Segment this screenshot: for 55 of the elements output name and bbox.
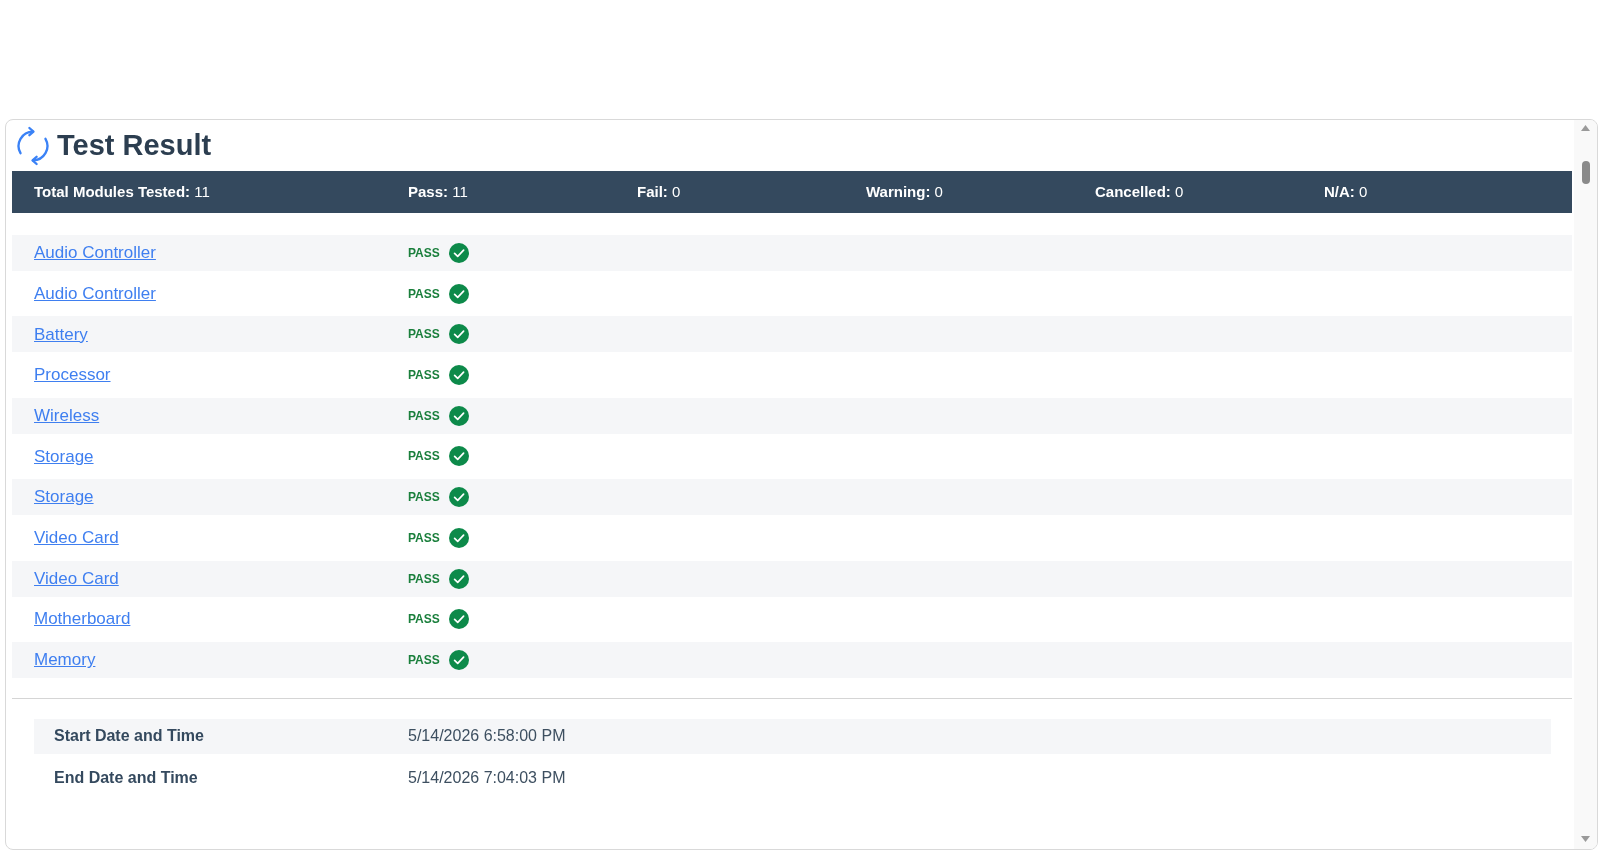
check-circle-icon bbox=[448, 283, 469, 304]
stat-value: 11 bbox=[452, 182, 468, 200]
stat-label: Warning: bbox=[866, 182, 931, 200]
page-title: Test Result bbox=[57, 129, 212, 162]
result-label: PASS bbox=[408, 285, 440, 303]
check-circle-icon bbox=[448, 568, 469, 589]
module-link[interactable]: Video Card bbox=[34, 528, 119, 548]
result-label: PASS bbox=[408, 489, 440, 507]
module-link[interactable]: Wireless bbox=[34, 406, 100, 425]
result-label: PASS bbox=[408, 245, 440, 262]
scroll-thumb[interactable] bbox=[1581, 161, 1590, 184]
check-circle-icon bbox=[448, 487, 469, 508]
result-label: PASS bbox=[408, 611, 440, 629]
sync-icon bbox=[15, 125, 51, 166]
module-link[interactable]: Storage bbox=[34, 487, 94, 507]
time-value: 5/14/2026 7:04:03 PM bbox=[408, 767, 566, 788]
stat-value: 0 bbox=[934, 182, 943, 200]
stat-value: 0 bbox=[672, 182, 681, 200]
scroll-up-icon[interactable] bbox=[1581, 125, 1590, 131]
module-link[interactable]: Memory bbox=[34, 650, 96, 670]
time-value: 5/14/2026 6:58:00 PM bbox=[408, 726, 566, 747]
module-link[interactable]: Storage bbox=[34, 446, 94, 466]
result-label: PASS bbox=[408, 529, 440, 547]
module-link[interactable]: Video Card bbox=[34, 568, 119, 588]
scrollbar[interactable] bbox=[1574, 120, 1597, 849]
module-link[interactable]: Audio Controller bbox=[34, 283, 156, 303]
result-label: PASS bbox=[408, 651, 440, 669]
result-label: PASS bbox=[408, 448, 440, 466]
stat-value: 11 bbox=[194, 182, 210, 200]
stat-label: Total Modules Tested: bbox=[34, 182, 191, 200]
check-circle-icon bbox=[448, 365, 469, 386]
check-circle-icon bbox=[448, 324, 469, 345]
check-circle-icon bbox=[448, 649, 469, 670]
stat-label: N/A: bbox=[1324, 182, 1355, 200]
result-label: PASS bbox=[408, 570, 440, 588]
result-label: PASS bbox=[408, 367, 440, 385]
check-circle-icon bbox=[448, 243, 469, 263]
stat-label: Pass: bbox=[408, 182, 449, 200]
stat-value: 0 bbox=[1359, 182, 1368, 200]
time-label: Start Date and Time bbox=[53, 726, 205, 747]
check-circle-icon bbox=[448, 609, 469, 630]
scroll-down-icon[interactable] bbox=[1581, 836, 1590, 842]
check-circle-icon bbox=[448, 446, 469, 467]
check-circle-icon bbox=[448, 527, 469, 548]
result-label: PASS bbox=[408, 326, 440, 344]
time-label: End Date and Time bbox=[53, 767, 199, 788]
module-link[interactable]: Motherboard bbox=[34, 609, 131, 629]
result-label: PASS bbox=[408, 407, 440, 425]
stat-label: Fail: bbox=[637, 182, 668, 200]
module-link[interactable]: Audio Controller bbox=[34, 243, 156, 263]
module-link[interactable]: Processor bbox=[34, 365, 111, 385]
stat-value: 0 bbox=[1175, 182, 1184, 200]
stat-label: Cancelled: bbox=[1095, 182, 1171, 200]
check-circle-icon bbox=[448, 405, 469, 426]
module-link[interactable]: Battery bbox=[34, 324, 88, 344]
